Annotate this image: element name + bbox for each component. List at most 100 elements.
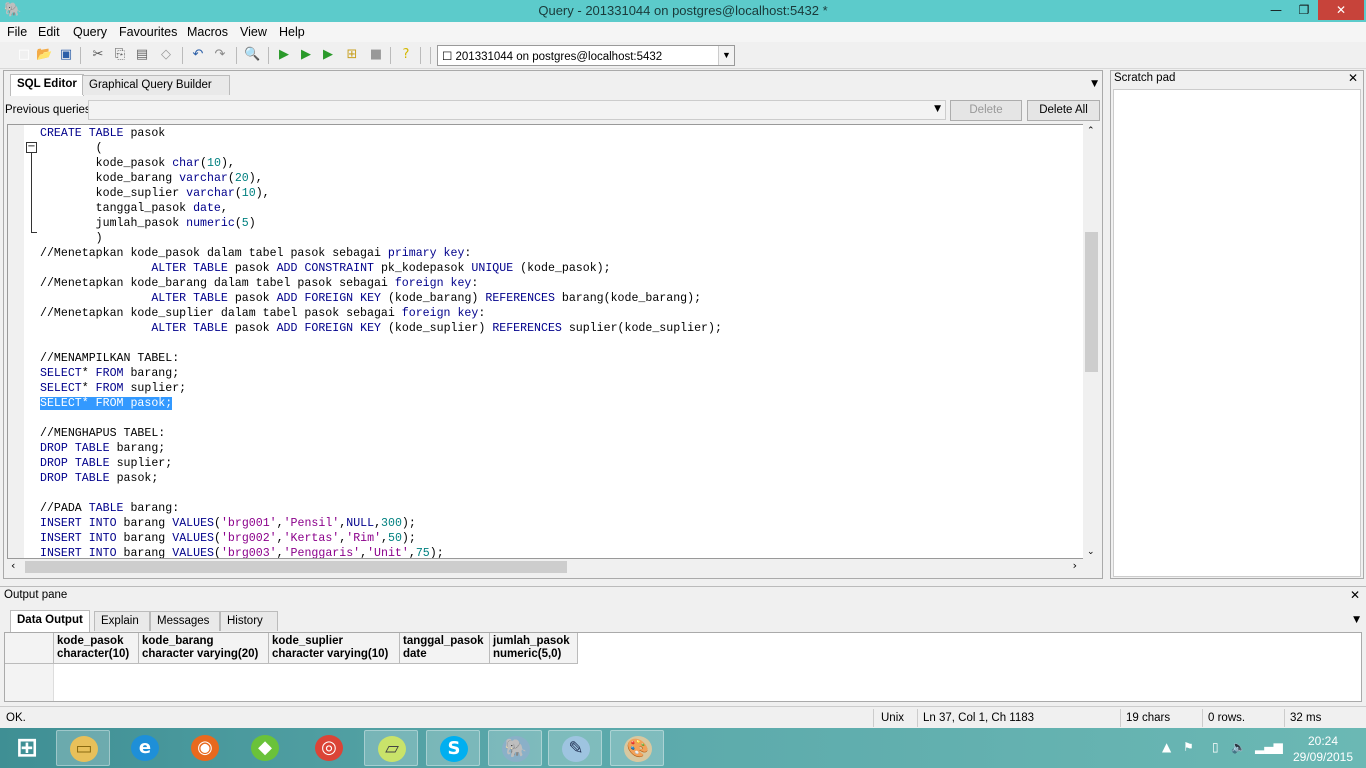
column-header-kode-barang[interactable]: kode_barang character varying(20) (139, 633, 269, 664)
menu-macros[interactable]: Macros (187, 25, 228, 39)
save-icon[interactable]: ▣ (58, 47, 74, 63)
code-line[interactable]: SELECT* FROM barang; (40, 366, 722, 381)
menu-edit[interactable]: Edit (38, 25, 60, 39)
chevron-down-icon[interactable]: ▼ (718, 46, 734, 65)
code-line[interactable]: DROP TABLE barang; (40, 441, 722, 456)
code-line[interactable]: kode_suplier varchar(10), (40, 186, 722, 201)
tab-graphical-query-builder[interactable]: Graphical Query Builder (82, 75, 230, 95)
code-line[interactable]: //PADA TABLE barang: (40, 501, 722, 516)
tab-explain[interactable]: Explain (94, 611, 150, 631)
taskbar-notes-button[interactable]: ▱ (364, 730, 418, 766)
taskbar-paint-button[interactable]: 🎨 (610, 730, 664, 766)
undo-icon[interactable]: ↶ (190, 47, 206, 63)
taskbar-internet-explorer-button[interactable]: e (118, 730, 172, 766)
selected-text[interactable]: SELECT* FROM pasok; (40, 397, 173, 410)
panel-menu-icon[interactable]: ▼ (1353, 615, 1360, 625)
code-line[interactable]: tanggal_pasok date, (40, 201, 722, 216)
code-line[interactable]: ( (40, 141, 722, 156)
code-line[interactable]: ALTER TABLE pasok ADD FOREIGN KEY (kode_… (40, 321, 722, 336)
menu-view[interactable]: View (240, 25, 267, 39)
close-icon[interactable]: ✕ (1348, 71, 1358, 85)
code-line[interactable]: DROP TABLE pasok; (40, 471, 722, 486)
maximize-button[interactable]: ❐ (1290, 0, 1318, 20)
editor-horizontal-scrollbar[interactable]: ‹ › (7, 559, 1083, 575)
code-line[interactable]: ALTER TABLE pasok ADD FOREIGN KEY (kode_… (40, 291, 722, 306)
column-header-tanggal-pasok[interactable]: tanggal_pasok date (400, 633, 490, 664)
menu-file[interactable]: File (7, 25, 27, 39)
find-icon[interactable]: 🔍 (244, 47, 260, 63)
code-line[interactable]: ) (40, 231, 722, 246)
code-line[interactable]: kode_barang varchar(20), (40, 171, 722, 186)
volume-icon[interactable]: 🔈 (1231, 740, 1246, 754)
delete-button[interactable]: Delete (950, 100, 1022, 121)
copy-icon[interactable]: ⎘ (112, 47, 128, 63)
close-button[interactable]: ✕ (1318, 0, 1364, 20)
column-header-jumlah-pasok[interactable]: jumlah_pasok numeric(5,0) (490, 633, 578, 664)
code-line[interactable]: SELECT* FROM suplier; (40, 381, 722, 396)
help-icon[interactable]: ? (398, 47, 414, 63)
paste-icon[interactable]: ▤ (134, 47, 150, 63)
column-header-kode-pasok[interactable]: kode_pasok character(10) (54, 633, 139, 664)
code-line[interactable]: SELECT* FROM pasok; (40, 396, 722, 411)
taskbar-bluestacks-button[interactable]: ◆ (238, 730, 292, 766)
code-line[interactable]: //MENAMPILKAN TABEL: (40, 351, 722, 366)
close-icon[interactable]: ✕ (1350, 588, 1360, 602)
new-icon[interactable]: □ (16, 47, 32, 63)
previous-queries-select[interactable]: ▼ (88, 100, 946, 120)
cut-icon[interactable]: ✂ (90, 47, 106, 63)
code-line[interactable]: CREATE TABLE pasok (40, 126, 722, 141)
code-line[interactable]: INSERT INTO barang VALUES('brg003','Peng… (40, 546, 722, 558)
code-line[interactable]: INSERT INTO barang VALUES('brg002','Kert… (40, 531, 722, 546)
code-line[interactable]: //Menetapkan kode_suplier dalam tabel pa… (40, 306, 722, 321)
scrollbar-thumb[interactable] (25, 561, 567, 573)
tab-data-output[interactable]: Data Output (10, 610, 90, 632)
execute-icon[interactable]: ▶ (276, 47, 292, 63)
execute-to-file-icon[interactable]: ▶ (320, 47, 336, 63)
menu-query[interactable]: Query (73, 25, 107, 39)
code-line[interactable]: DROP TABLE suplier; (40, 456, 722, 471)
menu-favourites[interactable]: Favourites (119, 25, 177, 39)
tab-messages[interactable]: Messages (150, 611, 220, 631)
sql-editor[interactable]: − CREATE TABLE pasok ( kode_pasok char(1… (7, 124, 1100, 559)
taskbar-clock[interactable]: 20:24 29/09/2015 (1288, 733, 1358, 765)
code-line[interactable]: INSERT INTO barang VALUES('brg001','Pens… (40, 516, 722, 531)
taskbar-pgadmin-button[interactable]: 🐘 (488, 730, 542, 766)
explain-icon[interactable]: ⊞ (344, 47, 360, 63)
code-line[interactable] (40, 336, 722, 351)
tab-sql-editor[interactable]: SQL Editor (10, 74, 84, 96)
scratch-pad-textarea[interactable] (1113, 89, 1361, 577)
tab-history[interactable]: History (220, 611, 278, 631)
open-icon[interactable]: 📂 (36, 47, 52, 63)
clear-icon[interactable]: ◇ (158, 47, 174, 63)
code-line[interactable] (40, 411, 722, 426)
battery-icon[interactable]: ▯ (1212, 740, 1219, 754)
code-area[interactable]: CREATE TABLE pasok ( kode_pasok char(10)… (40, 126, 722, 558)
panel-menu-icon[interactable]: ▼ (1091, 79, 1098, 89)
show-hidden-icons[interactable]: ▲ (1162, 740, 1171, 754)
code-line[interactable]: //Menetapkan kode_barang dalam tabel pas… (40, 276, 722, 291)
code-line[interactable] (40, 486, 722, 501)
code-line[interactable]: ALTER TABLE pasok ADD CONSTRAINT pk_kode… (40, 261, 722, 276)
taskbar-start-button[interactable]: ⊞ (0, 730, 54, 766)
delete-all-button[interactable]: Delete All (1027, 100, 1100, 121)
cancel-icon[interactable]: ■ (368, 47, 384, 63)
network-icon[interactable]: ▂▄▆ (1255, 740, 1283, 754)
column-header-kode-suplier[interactable]: kode_suplier character varying(10) (269, 633, 400, 664)
fold-collapse-icon[interactable]: − (26, 142, 37, 153)
code-line[interactable]: kode_pasok char(10), (40, 156, 722, 171)
minimize-button[interactable]: — (1262, 0, 1290, 20)
taskbar-firefox-button[interactable]: ◉ (178, 730, 232, 766)
taskbar-chrome-button[interactable]: ◎ (302, 730, 356, 766)
taskbar-file-explorer-button[interactable]: ▭ (56, 730, 110, 766)
connection-select[interactable]: ☐ 201331044 on postgres@localhost:5432 ▼ (437, 45, 735, 66)
taskbar-skype-button[interactable]: S (426, 730, 480, 766)
action-center-flag-icon[interactable]: ⚑ (1183, 740, 1194, 754)
data-output-grid[interactable]: kode_pasok character(10) kode_barang charac… (4, 632, 1362, 702)
execute-pgscript-icon[interactable]: ▶ (298, 47, 314, 63)
menu-help[interactable]: Help (279, 25, 305, 39)
redo-icon[interactable]: ↷ (212, 47, 228, 63)
code-line[interactable]: //Menetapkan kode_pasok dalam tabel paso… (40, 246, 722, 261)
taskbar-notepad-button[interactable]: ✎ (548, 730, 602, 766)
scrollbar-thumb[interactable] (1085, 232, 1098, 372)
code-line[interactable]: //MENGHAPUS TABEL: (40, 426, 722, 441)
